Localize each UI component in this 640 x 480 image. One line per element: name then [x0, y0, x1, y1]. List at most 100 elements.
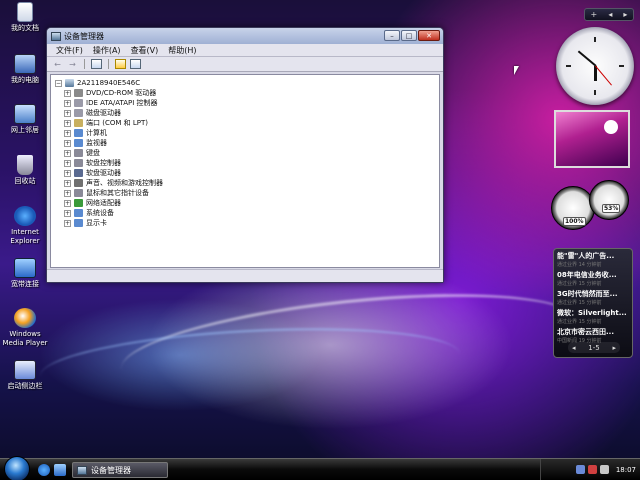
tree-item[interactable]: + DVD/CD-ROM 驱动器 — [55, 88, 439, 98]
tree-item[interactable]: + 端口 (COM 和 LPT) — [55, 118, 439, 128]
add-gadget-button[interactable]: + — [591, 10, 598, 19]
tray-volume-icon[interactable] — [599, 465, 609, 474]
start-button[interactable] — [4, 456, 30, 480]
tree-root[interactable]: − 2A2118940E546C — [55, 78, 439, 88]
minimize-button[interactable]: – — [384, 30, 400, 41]
news-pager: ◂ 1-5 ▸ — [568, 342, 620, 353]
desktop-icon-media-player[interactable]: Windows Media Player — [0, 308, 50, 348]
taskbar-device-manager-button[interactable]: 设备管理器 — [72, 462, 168, 478]
tree-item[interactable]: + IDE ATA/ATAPI 控制器 — [55, 98, 439, 108]
desktop-icon-recycle-bin[interactable]: 回收站 — [0, 155, 50, 186]
tree-item-label: 系统设备 — [86, 209, 114, 217]
tree-item-label: 监视器 — [86, 139, 107, 147]
sidebar-next-button[interactable]: ▸ — [623, 10, 627, 19]
tree-item-label: 声音、视频和游戏控制器 — [86, 179, 163, 187]
tray-clock[interactable]: 18:07 — [616, 466, 636, 474]
menu-action[interactable]: 操作(A) — [88, 45, 126, 56]
status-bar — [47, 269, 443, 282]
maximize-button[interactable]: □ — [401, 30, 417, 41]
device-manager-window[interactable]: 设备管理器 – □ ✕ 文件(F) 操作(A) 查看(V) 帮助(H) ← → … — [46, 27, 444, 283]
news-item[interactable]: 能"雷"人的广告... 通过业界 14 分钟前 — [557, 251, 629, 270]
news-title: 北京市密云西田... — [557, 328, 614, 336]
expand-icon[interactable]: + — [64, 119, 71, 127]
back-button[interactable]: ← — [52, 59, 63, 69]
desktop-icon-documents[interactable]: 我的文档 — [0, 2, 50, 33]
desktop-icon-network[interactable]: 网上邻居 — [0, 104, 50, 135]
help-icon[interactable] — [115, 59, 126, 69]
expand-icon[interactable]: + — [64, 209, 71, 217]
mouse-icon — [74, 189, 83, 197]
tree-item[interactable]: + 计算机 — [55, 128, 439, 138]
close-button[interactable]: ✕ — [418, 30, 440, 41]
news-gadget[interactable]: 能"雷"人的广告... 通过业界 14 分钟前 08年电信业务收... 通过业界 15… — [553, 248, 633, 358]
desktop-icon-label: 回收站 — [14, 177, 36, 185]
menu-help[interactable]: 帮助(H) — [163, 45, 201, 56]
expand-icon[interactable]: + — [64, 179, 71, 187]
tree-item[interactable]: + 声音、视频和游戏控制器 — [55, 178, 439, 188]
expand-icon[interactable]: + — [64, 129, 71, 137]
tree-item[interactable]: + 显示卡 — [55, 218, 439, 228]
desktop-icon-computer[interactable]: 我的电脑 — [0, 54, 50, 85]
expand-icon[interactable]: + — [64, 189, 71, 197]
expand-icon[interactable]: + — [64, 219, 71, 227]
expand-icon[interactable]: + — [64, 99, 71, 107]
show-hide-tree-icon[interactable] — [91, 59, 102, 69]
menu-file[interactable]: 文件(F) — [51, 45, 88, 56]
expand-icon[interactable]: + — [64, 169, 71, 177]
forward-button[interactable]: → — [67, 59, 78, 69]
expand-icon[interactable]: + — [64, 149, 71, 157]
clock-tick — [619, 65, 624, 67]
network-adapter-icon — [74, 199, 83, 207]
desktop-icon-internet-explorer[interactable]: Internet Explorer — [0, 206, 50, 246]
expand-icon[interactable]: + — [64, 109, 71, 117]
desktop-icon-label: 宽带连接 — [11, 280, 39, 288]
slideshow-gadget[interactable] — [554, 110, 630, 168]
device-tree[interactable]: − 2A2118940E546C + DVD/CD-ROM 驱动器 + IDE ATA… — [50, 74, 440, 268]
tree-item[interactable]: + 监视器 — [55, 138, 439, 148]
tree-item-label: 显示卡 — [86, 219, 107, 227]
news-prev-button[interactable]: ◂ — [572, 344, 576, 352]
tree-item-label: 网络适配器 — [86, 199, 121, 207]
clock-gadget[interactable] — [556, 27, 634, 105]
floppy-controller-icon — [74, 159, 83, 167]
news-next-button[interactable]: ▸ — [612, 344, 616, 352]
news-item[interactable]: 08年电信业务收... 通过业界 15 分钟前 — [557, 270, 629, 289]
properties-icon[interactable] — [130, 59, 141, 69]
desktop-icon-broadband[interactable]: 宽带连接 — [0, 258, 50, 289]
expand-icon[interactable]: + — [64, 159, 71, 167]
tree-item[interactable]: + 鼠标和其它指针设备 — [55, 188, 439, 198]
memory-meter-gadget[interactable]: 53% — [589, 180, 629, 220]
expand-icon[interactable]: + — [64, 89, 71, 97]
tray-security-icon[interactable] — [587, 465, 597, 474]
tree-item[interactable]: + 软盘驱动器 — [55, 168, 439, 178]
quicklaunch-desktop-icon[interactable] — [54, 464, 66, 476]
sidebar-launcher-icon — [14, 360, 36, 380]
cpu-meter-gadget[interactable]: 100% — [551, 186, 595, 230]
expand-icon[interactable]: + — [64, 199, 71, 207]
menu-view[interactable]: 查看(V) — [126, 45, 164, 56]
tree-item[interactable]: + 系统设备 — [55, 208, 439, 218]
expand-icon[interactable]: + — [64, 139, 71, 147]
news-item[interactable]: 3G时代悄然而至... 通过业界 15 分钟前 — [557, 289, 629, 308]
desktop-icon-label: Windows Media Player — [2, 330, 48, 347]
sidebar-prev-button[interactable]: ◂ — [608, 10, 612, 19]
tree-item[interactable]: + 键盘 — [55, 148, 439, 158]
desktop-icon-sidebar-launcher[interactable]: 启动侧边栏 — [0, 360, 50, 391]
ide-controller-icon — [74, 99, 83, 107]
media-player-icon — [14, 308, 36, 328]
monitor-icon — [74, 139, 83, 147]
tree-item[interactable]: + 软盘控制器 — [55, 158, 439, 168]
tree-item-label: 软盘控制器 — [86, 159, 121, 167]
news-item[interactable]: 微软：Silverlight... 通过业界 15 分钟前 — [557, 308, 629, 327]
window-titlebar[interactable]: 设备管理器 – □ ✕ — [47, 28, 443, 44]
news-source: 通过业界 15 分钟前 — [557, 319, 602, 325]
tray-network-icon[interactable] — [575, 465, 585, 474]
cpu-meter-value: 100% — [563, 217, 586, 226]
quicklaunch-ie-icon[interactable] — [38, 464, 50, 476]
desktop-icon-label: 网上邻居 — [11, 126, 39, 134]
collapse-icon[interactable]: − — [55, 79, 62, 87]
tree-item[interactable]: + 网络适配器 — [55, 198, 439, 208]
display-adapter-icon — [74, 219, 83, 227]
sound-icon — [74, 179, 83, 187]
tree-item[interactable]: + 磁盘驱动器 — [55, 108, 439, 118]
